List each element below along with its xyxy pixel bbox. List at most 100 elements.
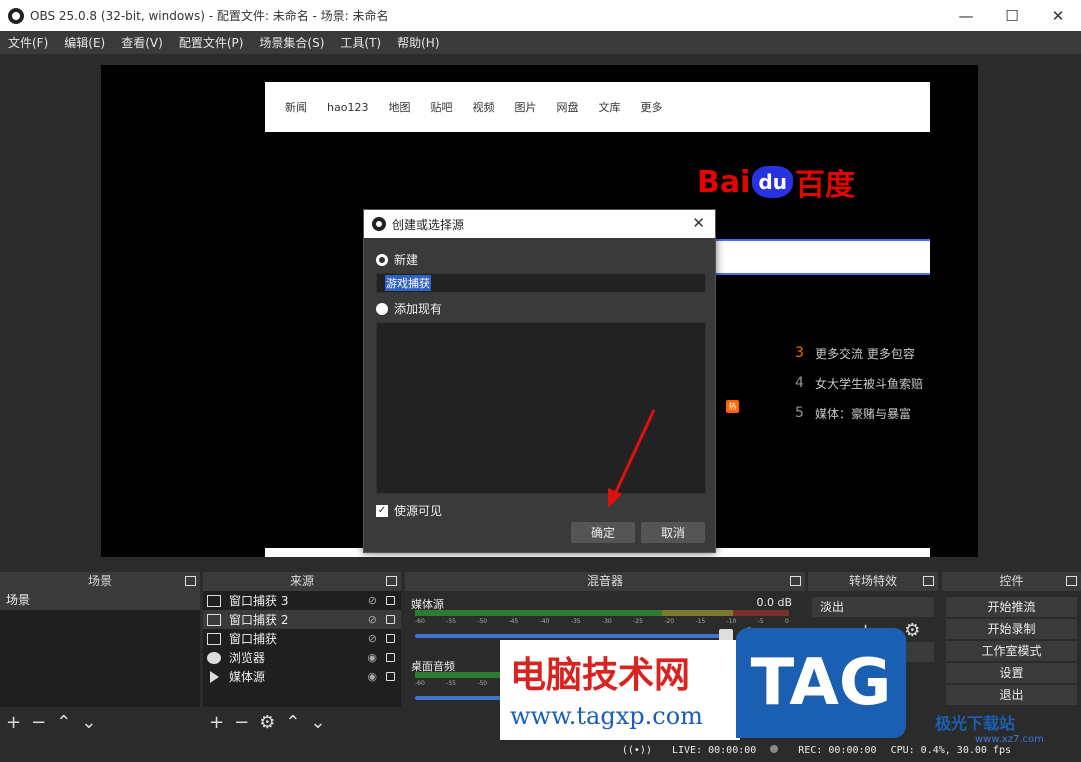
eye-icon[interactable]: ◉ (367, 670, 377, 683)
source-name-input[interactable]: 游戏捕获 (376, 273, 706, 293)
move-down-icon[interactable]: ⌄ (310, 712, 325, 733)
scenes-list[interactable]: 场景 (0, 591, 200, 707)
volume-meter (415, 610, 789, 616)
move-up-icon[interactable]: ⌃ (285, 712, 300, 733)
watermark-title: 电脑技术网 (510, 654, 691, 696)
start-recording-button[interactable]: 开始录制 (946, 619, 1077, 639)
lock-icon[interactable] (386, 615, 395, 624)
make-visible-checkbox[interactable]: ✓ 使源可见 (376, 502, 442, 519)
menu-tools[interactable]: 工具(T) (332, 34, 389, 51)
web-nav-item: 更多 (640, 101, 663, 114)
maximize-button[interactable]: ☐ (989, 0, 1035, 31)
make-visible-label: 使源可见 (394, 504, 443, 518)
web-nav-bar: 新闻 hao123 地图 贴吧 视频 图片 网盘 文库 更多 (265, 82, 930, 132)
studio-mode-button[interactable]: 工作室模式 (946, 641, 1077, 661)
hot-list: 3 更多交流 更多包容 4 女大学生被斗鱼索赔 5 媒体：豪赌与暴富 (795, 338, 930, 428)
exit-button[interactable]: 退出 (946, 685, 1077, 705)
hidden-icon[interactable]: ⊘ (368, 594, 377, 607)
start-streaming-button[interactable]: 开始推流 (946, 597, 1077, 617)
source-item[interactable]: 窗口捕获 2 ⊘ (203, 610, 401, 629)
track-db: 0.0 dB (756, 596, 792, 609)
radio-new-label: 新建 (394, 253, 419, 267)
remove-icon[interactable]: − (234, 712, 249, 733)
radio-new[interactable]: 新建 (376, 251, 418, 268)
undock-icon[interactable] (185, 576, 196, 586)
status-bar: ((•)) LIVE: 00:00:00 REC: 00:00:00 CPU: … (0, 739, 1081, 762)
cancel-button[interactable]: 取消 (641, 522, 705, 543)
eye-icon[interactable]: ◉ (367, 651, 377, 664)
live-time: LIVE: 00:00:00 (672, 745, 757, 756)
play-icon (210, 670, 219, 683)
red-arrow-annotation (608, 409, 656, 508)
title-bar: OBS 25.0.8 (32-bit, windows) - 配置文件: 未命名… (0, 0, 1081, 31)
menu-help[interactable]: 帮助(H) (389, 34, 447, 51)
volume-slider[interactable] (415, 629, 733, 643)
web-nav-item: 地图 (388, 101, 411, 114)
hot-item: 4 女大学生被斗鱼索赔 (795, 368, 930, 398)
close-button[interactable]: ✕ (1035, 0, 1081, 31)
settings-button[interactable]: 设置 (946, 663, 1077, 683)
watermark-brand-url: www.xz7.com (975, 734, 1044, 745)
source-item[interactable]: 窗口捕获 3 ⊘ (203, 591, 401, 610)
source-label: 浏览器 (229, 651, 266, 665)
lock-icon[interactable] (386, 653, 395, 662)
web-nav-item: 贴吧 (430, 101, 453, 114)
sources-list[interactable]: 窗口捕获 3 ⊘ 窗口捕获 2 ⊘ 窗口捕获 ⊘ 浏览器 ◉ 媒体源 ◉ (203, 591, 401, 707)
menu-scene-collection[interactable]: 场景集合(S) (251, 34, 332, 51)
undock-icon[interactable] (923, 576, 934, 586)
obs-logo-icon (8, 7, 24, 24)
source-item[interactable]: 浏览器 ◉ (203, 648, 401, 667)
tick: -5 (757, 618, 764, 625)
source-item[interactable]: 窗口捕获 ⊘ (203, 629, 401, 648)
transitions-title: 转场特效 (848, 574, 897, 588)
menu-view[interactable]: 查看(V) (113, 34, 171, 51)
remove-icon[interactable]: − (31, 712, 46, 733)
menu-edit[interactable]: 编辑(E) (56, 34, 113, 51)
radio-existing-label: 添加现有 (394, 302, 443, 316)
gear-icon[interactable]: ⚙ (904, 620, 928, 641)
ok-button[interactable]: 确定 (571, 522, 635, 543)
tick: -35 (570, 618, 581, 625)
source-item[interactable]: 媒体源 ◉ (203, 667, 401, 686)
mixer-title: 混音器 (586, 574, 623, 588)
rec-time: REC: 00:00:00 (798, 745, 877, 756)
dialog-close-button[interactable]: ✕ (692, 214, 705, 232)
menu-profile[interactable]: 配置文件(P) (171, 34, 252, 51)
lock-icon[interactable] (386, 634, 395, 643)
baidu-logo: Bai du 百度 (697, 160, 877, 220)
watermark-brand: 极光下载站 www.xz7.com (935, 710, 1075, 745)
hot-item: 5 媒体：豪赌与暴富 (795, 398, 930, 428)
source-label: 窗口捕获 (229, 632, 278, 646)
lock-icon[interactable] (386, 596, 395, 605)
add-icon[interactable]: + (209, 712, 224, 733)
move-up-icon[interactable]: ⌃ (56, 712, 71, 733)
hidden-icon[interactable]: ⊘ (368, 632, 377, 645)
sources-title: 来源 (289, 574, 314, 588)
hidden-icon[interactable]: ⊘ (368, 613, 377, 626)
baidu-search-box (700, 239, 930, 275)
add-icon[interactable]: + (6, 712, 21, 733)
undock-icon[interactable] (1066, 576, 1077, 586)
dialog-title: 创建或选择源 (392, 217, 465, 232)
undock-icon[interactable] (790, 576, 801, 586)
lock-icon[interactable] (386, 672, 395, 681)
hot-rank: 4 (795, 375, 804, 391)
radio-selected-icon (376, 253, 388, 266)
watermark-brand-name: 极光下载站 (935, 714, 1016, 733)
globe-icon (207, 651, 221, 664)
watermark-tag-logo: TAG (736, 628, 906, 738)
controls-title: 控件 (999, 574, 1024, 588)
tick: -30 (601, 618, 612, 625)
move-down-icon[interactable]: ⌄ (81, 712, 96, 733)
undock-icon[interactable] (386, 576, 397, 586)
minimize-button[interactable]: — (943, 0, 989, 31)
menu-file[interactable]: 文件(F) (0, 34, 56, 51)
transition-select[interactable]: 淡出 (812, 597, 934, 617)
source-name-value: 游戏捕获 (385, 275, 431, 291)
tick: 0 (785, 618, 789, 625)
scene-item[interactable]: 场景 (0, 591, 200, 610)
radio-add-existing[interactable]: 添加现有 (376, 300, 442, 317)
tick: -25 (633, 618, 643, 625)
tick: -50 (477, 680, 488, 687)
gear-icon[interactable]: ⚙ (259, 712, 275, 733)
